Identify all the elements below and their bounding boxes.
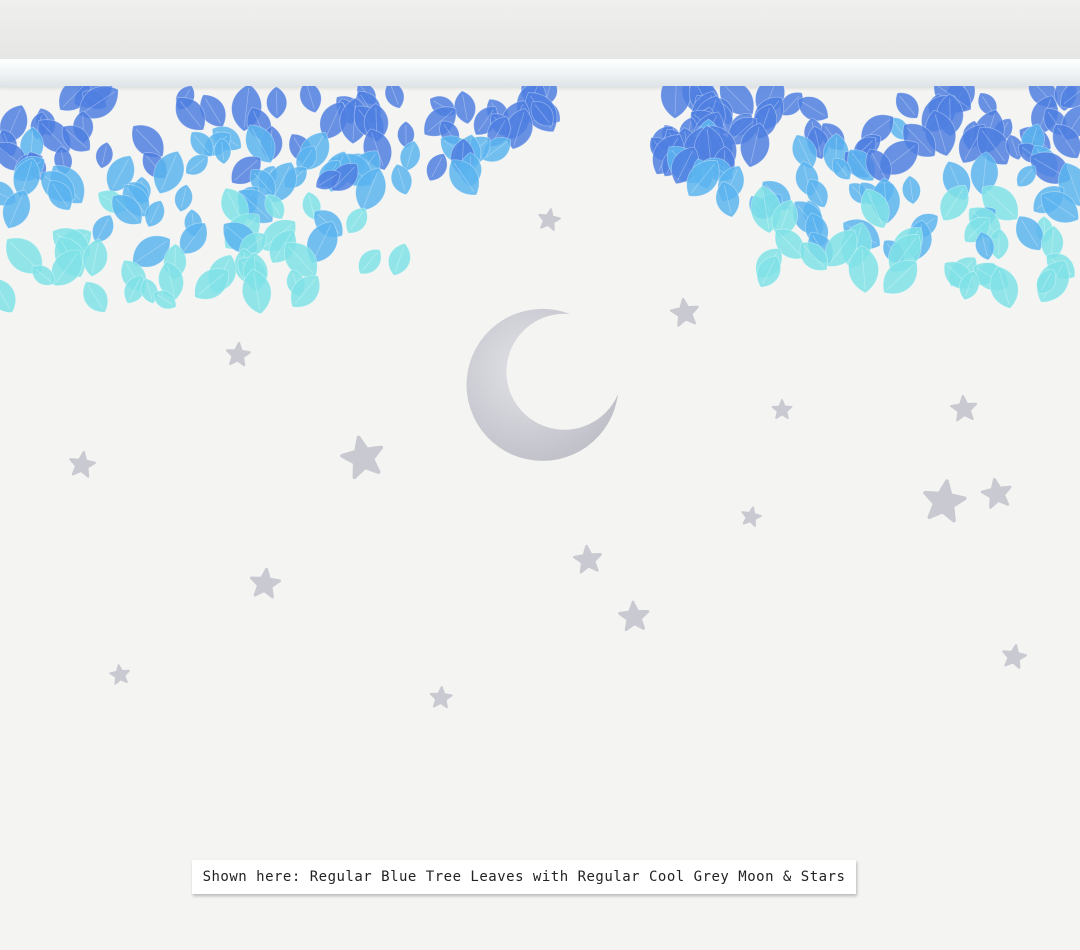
star-decal — [980, 477, 1012, 509]
wall-scene — [0, 86, 1080, 709]
star-decal — [429, 686, 453, 709]
star-decal — [950, 394, 978, 422]
star-decal — [225, 341, 251, 367]
star-decal — [618, 600, 650, 632]
left-leaf-cluster — [0, 86, 561, 315]
right-leaf-cluster — [649, 86, 1080, 309]
leaf — [0, 277, 17, 314]
caption-text: Shown here: Regular Blue Tree Leaves wit… — [202, 869, 846, 885]
star-decal — [538, 208, 561, 231]
star-decal — [573, 544, 603, 574]
star-decal — [923, 479, 967, 523]
star-decal — [109, 664, 130, 685]
star-decal — [69, 450, 96, 478]
star-decal — [1002, 644, 1027, 669]
star-decal — [249, 567, 282, 599]
star-decal — [669, 297, 699, 327]
caption-label: Shown here: Regular Blue Tree Leaves wit… — [192, 860, 856, 894]
star-decal — [340, 435, 384, 480]
star-decal — [741, 506, 762, 528]
crescent-moon — [466, 308, 618, 461]
star-decal — [771, 399, 793, 419]
